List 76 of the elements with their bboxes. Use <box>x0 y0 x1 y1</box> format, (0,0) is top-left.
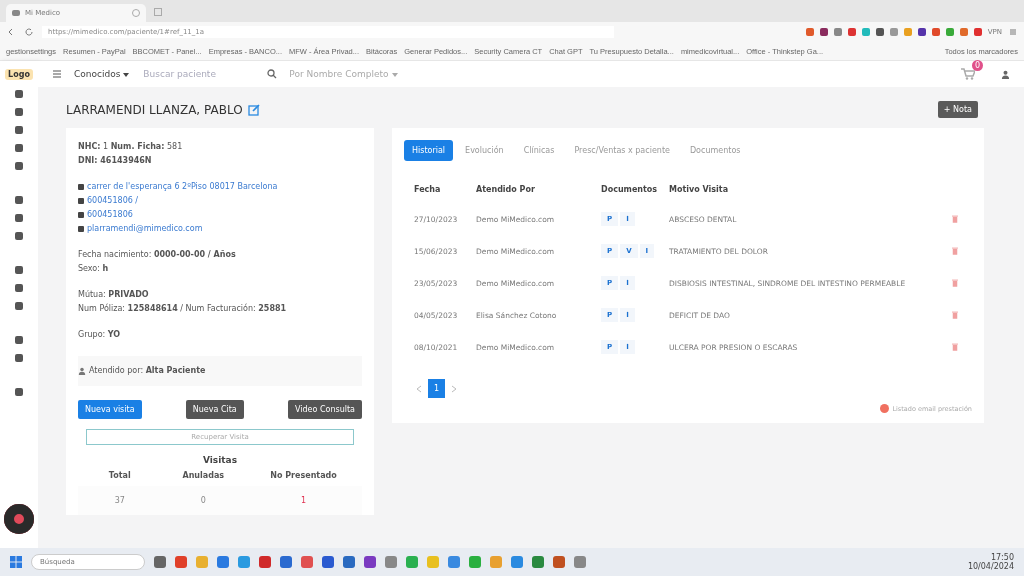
note-button[interactable]: + Nota <box>937 101 978 118</box>
info-text: Num Póliza: 125848614 / Num Facturación: 25881 <box>78 302 288 315</box>
tab[interactable]: Clínicas <box>515 140 563 161</box>
app-icon[interactable] <box>322 556 334 568</box>
app-icon[interactable] <box>259 556 271 568</box>
trash-icon[interactable] <box>952 247 958 255</box>
attended-text: Atendido por: Alta Paciente <box>89 365 206 377</box>
windows-icon[interactable] <box>10 556 22 568</box>
cart-icon[interactable] <box>961 68 975 80</box>
app-icon[interactable] <box>154 556 166 568</box>
contact-link[interactable]: 600451806 / <box>87 194 139 208</box>
info-text: Mútua: PRIVADO <box>78 289 150 301</box>
contact-link[interactable]: 600451806 <box>87 208 133 222</box>
tab[interactable]: Documentos <box>681 140 749 161</box>
column-header: No Presentado <box>269 471 338 480</box>
visits-title: Visitas <box>201 455 239 465</box>
record-button[interactable] <box>4 504 34 534</box>
tab[interactable]: Evolución <box>457 140 512 161</box>
trash-icon[interactable] <box>952 279 958 287</box>
caret-icon <box>123 72 130 77</box>
status-dot-icon <box>880 404 890 413</box>
info-text: DNI: 46143946N <box>78 155 153 167</box>
column-header: Atendido Por <box>476 184 536 194</box>
previous-page-icon[interactable] <box>416 384 422 393</box>
search-field[interactable]: Buscar paciente <box>141 68 256 80</box>
app-icon[interactable] <box>364 556 376 568</box>
info-text: Fecha nacimiento: 0000-00-00 / Años <box>78 249 237 261</box>
app-icon[interactable] <box>217 556 229 568</box>
app-icon[interactable] <box>385 556 397 568</box>
reload-icon[interactable] <box>24 27 34 37</box>
trash-icon[interactable] <box>952 343 958 351</box>
app-icon[interactable] <box>448 556 460 568</box>
caret-icon <box>391 72 398 77</box>
tab[interactable]: Presc/Ventas x paciente <box>566 140 678 161</box>
tab[interactable]: Historial <box>404 140 454 161</box>
trash-icon[interactable] <box>952 311 958 319</box>
site-icon <box>12 10 20 16</box>
info-text: NHC: 1 Num. Ficha: 581 <box>78 141 184 153</box>
contact-link[interactable]: carrer de l'esperança 6 2ºPiso 08017 Barcelona <box>87 180 278 194</box>
new-tab-icon[interactable] <box>154 8 162 16</box>
clock[interactable]: 17:50 10/04/2024 <box>967 553 1014 571</box>
filter-dropdown[interactable]: Conocidos <box>74 69 130 79</box>
action-button[interactable]: Video Consulta <box>287 400 362 419</box>
app-icon[interactable] <box>511 556 523 568</box>
table-cell-text: 0 <box>199 496 207 505</box>
info-text: Grupo: YO <box>78 329 122 341</box>
table-cell-text: 37 <box>113 496 126 505</box>
info-text: Sexo: h <box>78 263 110 275</box>
column-header: Total <box>107 471 132 480</box>
next-page-icon[interactable] <box>451 384 458 393</box>
action-button[interactable]: Nueva Cita <box>185 400 244 419</box>
trash-icon[interactable] <box>952 215 958 223</box>
edit-icon[interactable] <box>247 103 260 116</box>
column-header: Anuladas <box>181 471 226 480</box>
search-icon[interactable] <box>267 69 278 79</box>
app-icon[interactable] <box>532 556 544 568</box>
app-icon[interactable] <box>406 556 418 568</box>
app-icon[interactable] <box>280 556 292 568</box>
app-icon[interactable] <box>574 556 586 568</box>
logo[interactable]: Logo <box>5 69 33 80</box>
app-icon[interactable] <box>343 556 355 568</box>
search-mode-dropdown[interactable]: Por Nombre Completo <box>289 69 398 79</box>
patient-name: LARRAMENDI LLANZA, PABLO <box>66 102 243 117</box>
app-icon[interactable] <box>553 556 565 568</box>
table-cell-text: 1 <box>299 496 308 505</box>
contact-link[interactable]: plarramendi@mimedico.com <box>87 222 203 236</box>
column-header: Documentos <box>601 184 659 194</box>
column-header: Motivo Visita <box>669 184 730 194</box>
action-button[interactable]: Nueva visita <box>78 400 142 419</box>
app-icon[interactable] <box>301 556 313 568</box>
app-icon[interactable] <box>469 556 481 568</box>
app-icon[interactable] <box>175 556 187 568</box>
app-icon[interactable] <box>238 556 250 568</box>
column-header: Fecha <box>414 184 442 194</box>
page-button[interactable]: 1 <box>428 379 446 398</box>
cart-badge: 0 <box>972 60 983 71</box>
